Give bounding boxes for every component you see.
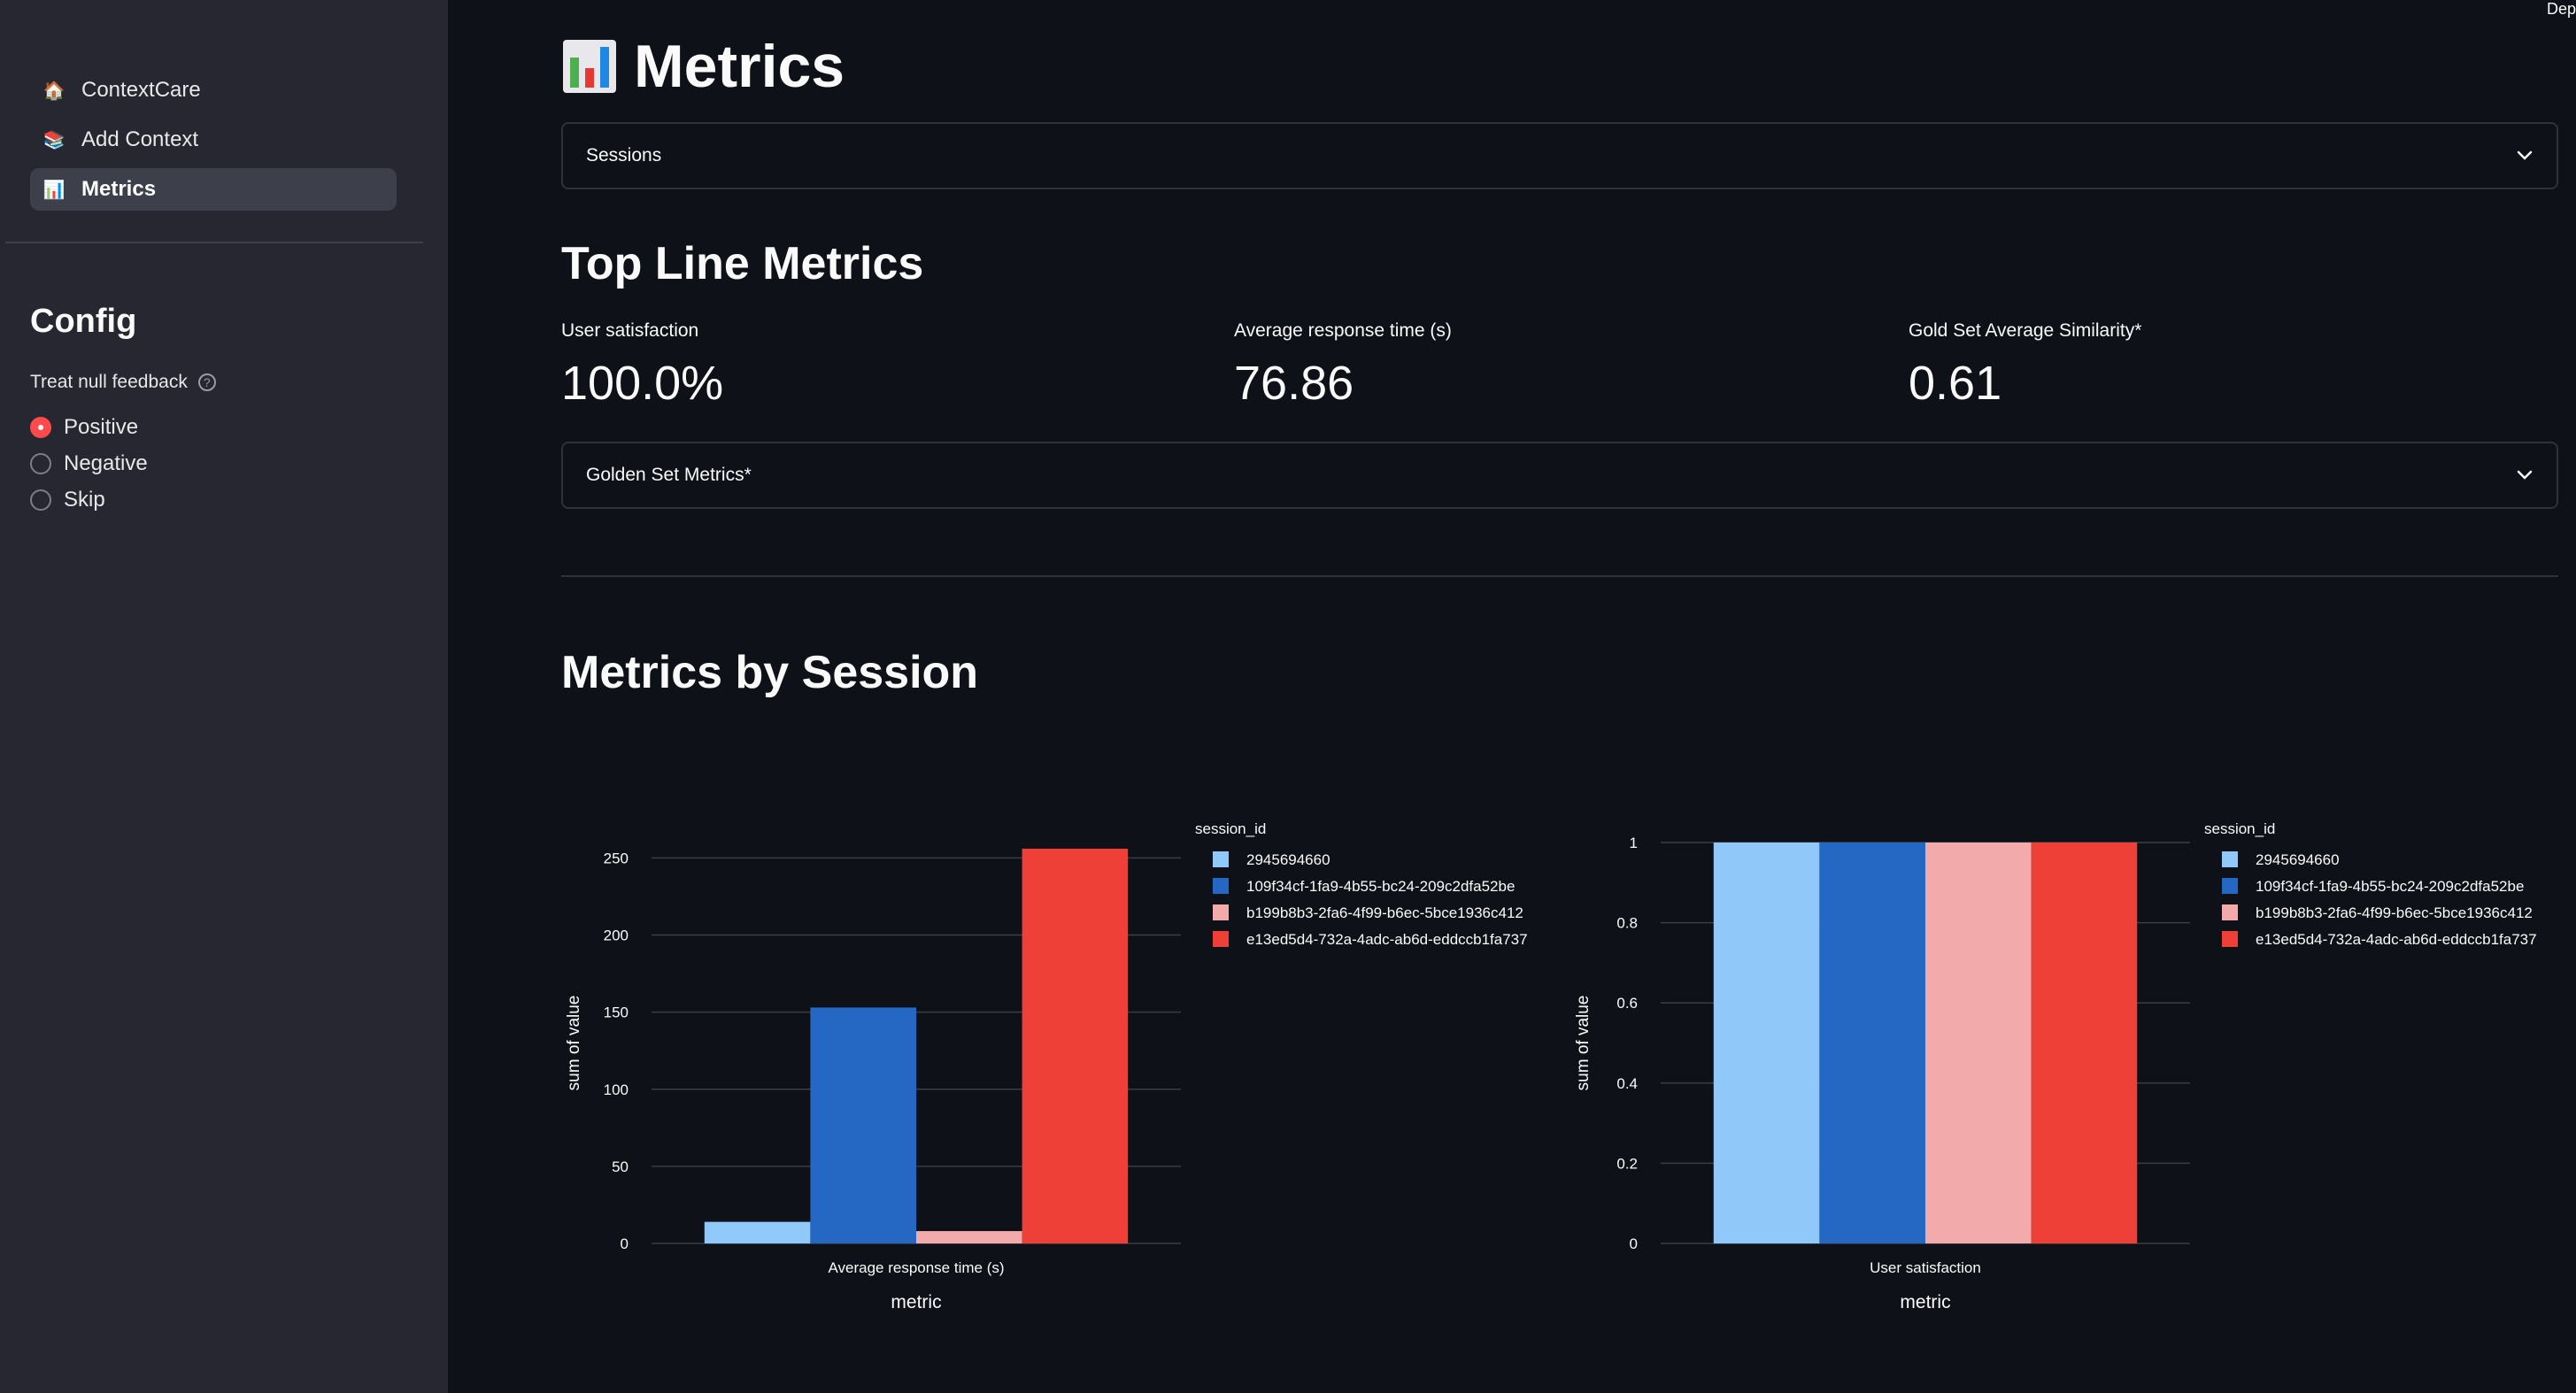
top-line-metrics-heading: Top Line Metrics [561, 238, 924, 289]
page-title: Metrics [561, 32, 845, 101]
bar [810, 1007, 916, 1243]
section-divider [561, 575, 2558, 577]
deploy-button[interactable]: Dep [2547, 0, 2576, 19]
legend-swatch [1213, 851, 1229, 867]
bar [1925, 843, 2032, 1243]
bar-chart-icon: 📊 [42, 180, 66, 200]
sidebar-divider [5, 242, 423, 243]
sidebar: 🏠 ContextCare 📚 Add Context 📊 Metrics Co… [0, 0, 448, 1393]
metric-value: 76.86 [1234, 357, 1354, 410]
x-tick-label: Average response time (s) [828, 1259, 1004, 1276]
y-tick-label: 0.2 [1616, 1155, 1638, 1172]
legend-label: b199b8b3-2fa6-4f99-b6ec-5bce1936c412 [2256, 904, 2533, 921]
null-feedback-label: Treat null feedback ? [30, 372, 216, 393]
radio-label: Negative [64, 450, 148, 475]
y-tick-label: 0 [1630, 1235, 1638, 1252]
y-tick-label: 50 [612, 1158, 629, 1175]
bar [2031, 843, 2138, 1243]
metric-label: Average response time (s) [1234, 320, 1452, 341]
config-title: Config [30, 303, 137, 340]
x-tick-label: User satisfaction [1870, 1259, 1981, 1276]
y-axis-title: sum of value [1574, 996, 1593, 1091]
legend-label: e13ed5d4-732a-4adc-ab6d-eddccb1fa737 [1246, 931, 1528, 948]
sidebar-nav: 🏠 ContextCare 📚 Add Context 📊 Metrics [30, 69, 397, 218]
y-tick-label: 0 [621, 1235, 629, 1252]
radio-unselected-icon[interactable] [30, 489, 51, 511]
y-tick-label: 1 [1630, 835, 1638, 851]
bar [1022, 848, 1129, 1243]
legend-title: session_id [1195, 820, 1266, 837]
y-tick-label: 250 [604, 850, 629, 866]
null-feedback-radio-group: Positive Negative Skip [30, 409, 148, 518]
legend-label: 2945694660 [2256, 851, 2340, 868]
user-satisfaction-chart[interactable]: 0 0.2 0.4 0.6 0.8 1 User satisfaction metric sum… [1558, 797, 2567, 1328]
response-time-chart[interactable]: 0 50 100 150 200 250 Average response time (s)… [549, 797, 1558, 1328]
y-tick-label: 200 [604, 927, 629, 944]
legend-label: 109f34cf-1fa9-4b55-bc24-209c2dfa52be [2256, 878, 2524, 895]
metric-average-response-time: Average response time (s) 76.86 [1234, 320, 1452, 411]
legend-swatch [1213, 878, 1229, 894]
sidebar-item-label: Add Context [81, 127, 199, 151]
radio-option-skip[interactable]: Skip [30, 481, 148, 518]
bar [1713, 843, 1820, 1243]
chevron-down-icon [2517, 470, 2533, 480]
bar [704, 1221, 811, 1243]
golden-set-expander[interactable]: Golden Set Metrics* [561, 442, 2558, 509]
metric-gold-set-similarity: Gold Set Average Similarity* 0.61 [1909, 320, 2141, 411]
y-tick-label: 0.4 [1616, 1075, 1638, 1092]
legend-title: session_id [2204, 820, 2275, 837]
sidebar-item-label: Metrics [81, 177, 157, 201]
sidebar-item-metrics[interactable]: 📊 Metrics [30, 168, 397, 211]
expander-label: Golden Set Metrics* [586, 465, 752, 485]
y-tick-label: 0.6 [1616, 995, 1638, 1012]
legend-label: 2945694660 [1246, 851, 1330, 868]
radio-option-positive[interactable]: Positive [30, 409, 148, 445]
legend-swatch [1213, 931, 1229, 947]
metric-value: 100.0% [561, 357, 724, 410]
y-tick-label: 150 [604, 1004, 629, 1021]
legend-swatch [2222, 904, 2238, 920]
legend-label: e13ed5d4-732a-4adc-ab6d-eddccb1fa737 [2256, 931, 2537, 948]
x-axis-title: metric [891, 1292, 941, 1312]
sidebar-item-label: ContextCare [81, 78, 201, 102]
legend-swatch [2222, 851, 2238, 867]
books-icon: 📚 [42, 130, 66, 150]
y-tick-label: 0.8 [1616, 915, 1638, 932]
page-title-text: Metrics [634, 33, 845, 100]
radio-option-negative[interactable]: Negative [30, 445, 148, 481]
x-axis-title: metric [1900, 1292, 1950, 1312]
legend-label: b199b8b3-2fa6-4f99-b6ec-5bce1936c412 [1246, 904, 1523, 921]
metric-value: 0.61 [1909, 357, 2002, 410]
bar [1819, 843, 1925, 1243]
radio-label: Positive [64, 414, 139, 439]
y-tick-label: 100 [604, 1081, 629, 1098]
y-axis-title: sum of value [565, 996, 583, 1091]
radio-unselected-icon[interactable] [30, 452, 51, 474]
null-feedback-text: Treat null feedback [30, 372, 188, 392]
radio-label: Skip [64, 487, 105, 512]
bar [916, 1231, 1022, 1243]
bar-chart-icon [563, 40, 616, 93]
metrics-by-session-heading: Metrics by Session [561, 647, 979, 698]
sidebar-item-add-context[interactable]: 📚 Add Context [30, 119, 397, 161]
help-icon[interactable]: ? [197, 373, 216, 391]
expander-label: Sessions [586, 145, 662, 165]
sessions-expander[interactable]: Sessions [561, 122, 2558, 189]
legend-swatch [2222, 931, 2238, 947]
metric-label: User satisfaction [561, 320, 699, 341]
legend-swatch [2222, 878, 2238, 894]
sidebar-item-contextcare[interactable]: 🏠 ContextCare [30, 69, 397, 112]
legend-swatch [1213, 904, 1229, 920]
house-icon: 🏠 [42, 81, 66, 101]
radio-selected-icon[interactable] [30, 416, 51, 438]
metric-user-satisfaction: User satisfaction 100.0% [561, 320, 723, 411]
metric-label: Gold Set Average Similarity* [1909, 320, 2142, 341]
chevron-down-icon [2517, 150, 2533, 160]
legend-label: 109f34cf-1fa9-4b55-bc24-209c2dfa52be [1246, 878, 1515, 895]
